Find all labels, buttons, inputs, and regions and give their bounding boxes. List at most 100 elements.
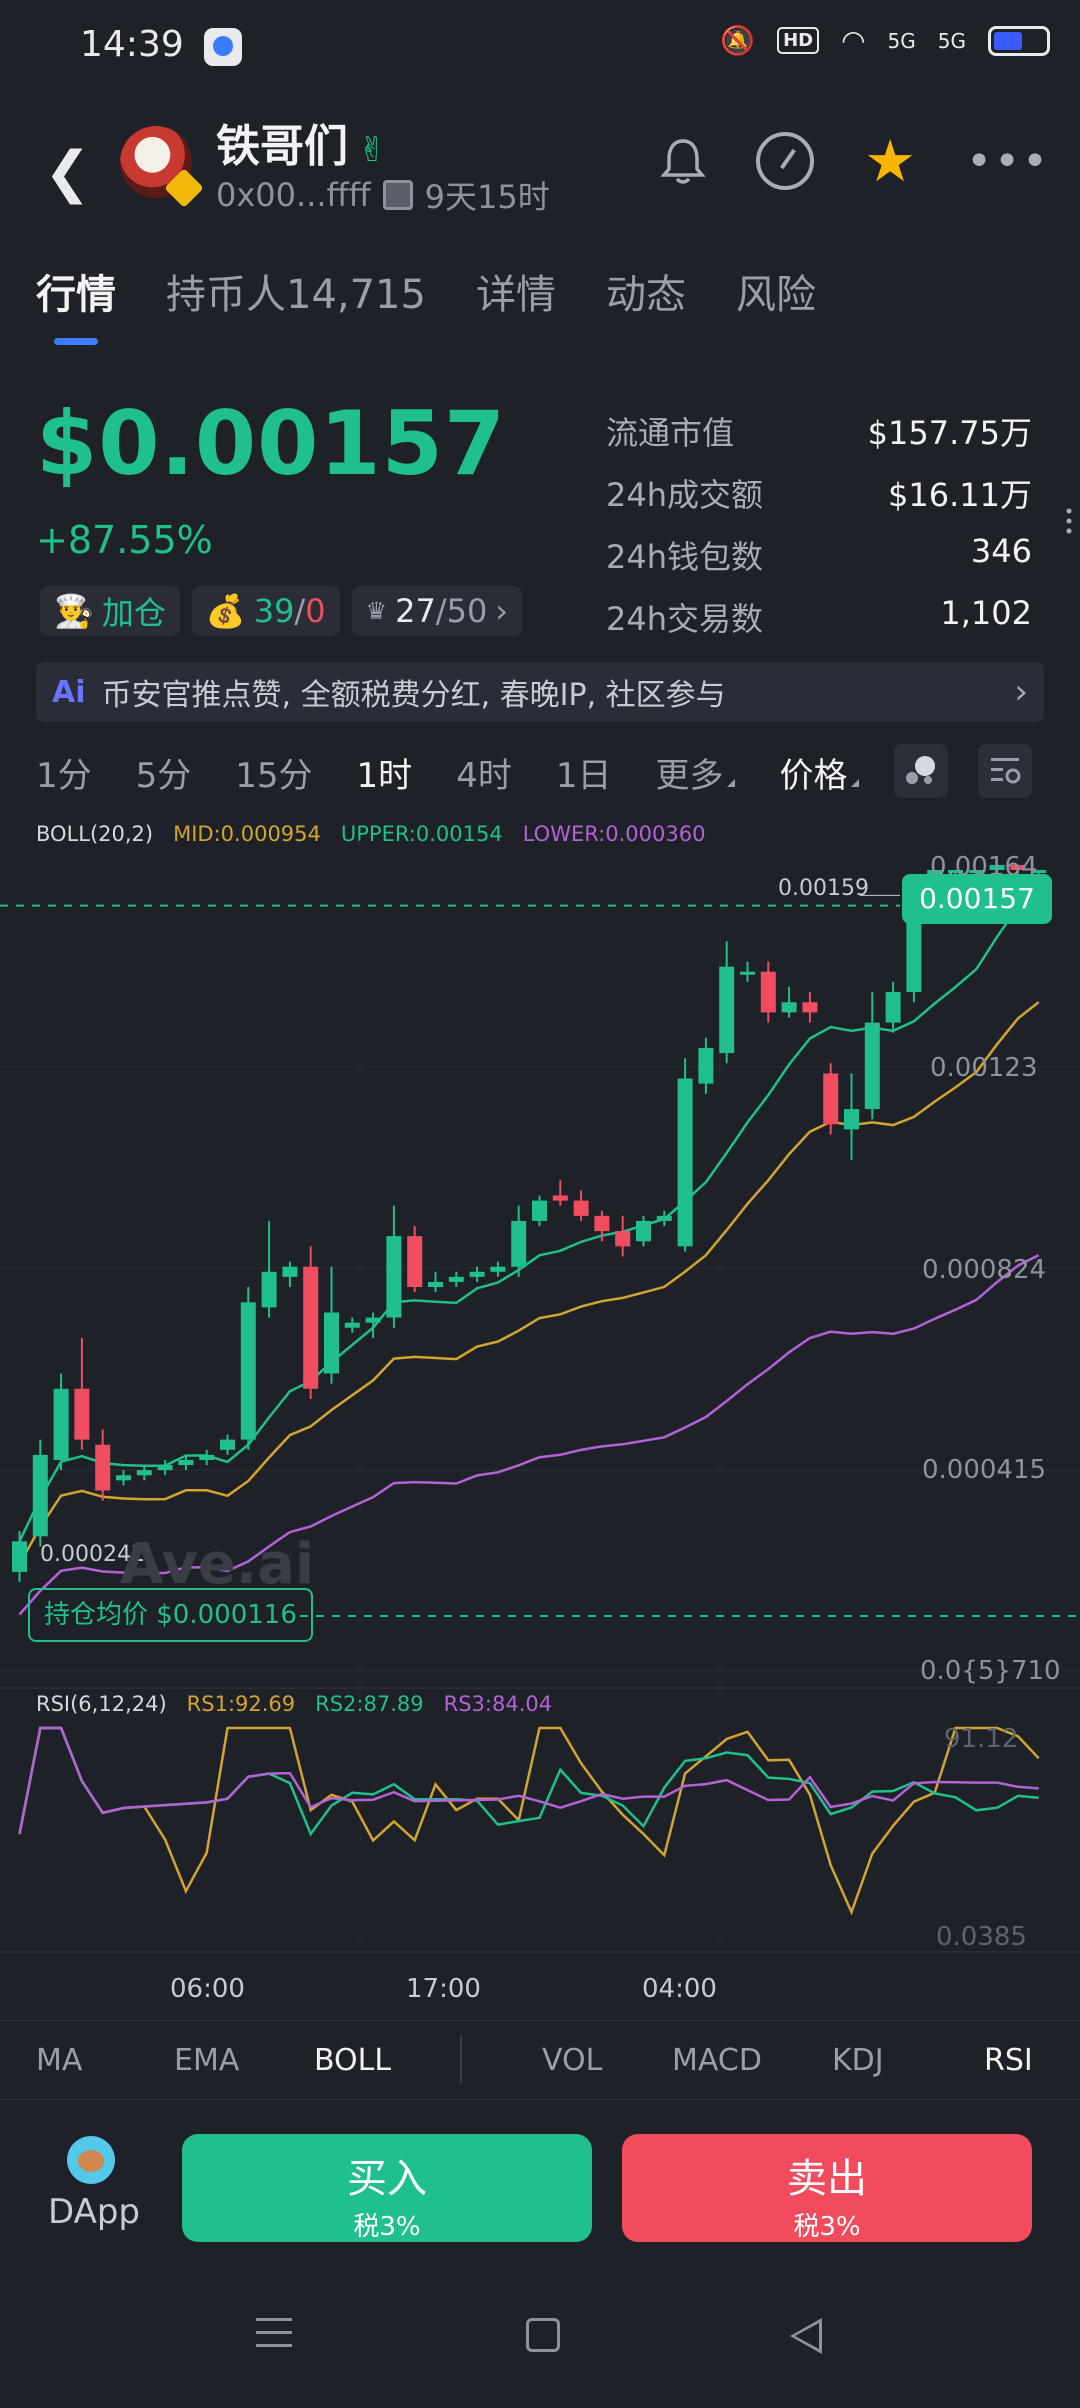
signal-icon-2: 5G [937, 28, 966, 53]
candle-body [95, 1444, 111, 1491]
candle-body [781, 1002, 797, 1013]
stat-value: $16.11万 [888, 476, 1032, 514]
candle-body [12, 1541, 27, 1572]
indicator-ma[interactable]: MA [36, 2043, 82, 2078]
indicator-rsi[interactable]: RSI [984, 2043, 1033, 2078]
interval-1d[interactable]: 1日 [556, 748, 612, 797]
nav-menu-icon[interactable] [256, 2318, 292, 2357]
interval-4h[interactable]: 4时 [456, 748, 512, 797]
candle-body [719, 966, 735, 1054]
boll-upper-line [18, 886, 1040, 1542]
tab-holders[interactable]: 持币人14,715 [166, 262, 426, 320]
tab-market[interactable]: 行情 [36, 262, 116, 345]
indicator-boll[interactable]: BOLL [314, 2043, 391, 2078]
favorite-star-icon[interactable]: ★ [864, 132, 916, 190]
stat-key: 24h钱包数 [606, 538, 764, 576]
interval-1h[interactable]: 1时 [357, 748, 413, 797]
candle-body [469, 1271, 485, 1277]
holders-red: 0 [305, 592, 326, 630]
bubble-map-icon[interactable] [894, 744, 948, 798]
copy-icon[interactable] [382, 180, 413, 210]
chevron-right-icon: › [495, 592, 509, 630]
token-tabs: 行情 持币人14,715 详情 动态 风险 [36, 262, 816, 345]
candle-body [386, 1236, 402, 1318]
bubble-map-svg [906, 756, 935, 784]
bell-icon[interactable] [660, 137, 706, 185]
buy-tax: 税3% [353, 2212, 421, 2242]
stat-value: 346 [970, 532, 1032, 570]
candle-body [740, 971, 755, 975]
candle-body [636, 1220, 651, 1242]
interval-1m[interactable]: 1分 [36, 748, 92, 797]
candle-body [240, 1302, 256, 1440]
stat-key: 24h交易数 [606, 600, 764, 638]
add-position-button[interactable]: 👨‍🍳 加仓 [40, 586, 180, 636]
buy-button[interactable]: 买入 税3% [182, 2134, 592, 2242]
tab-details[interactable]: 详情 [476, 262, 556, 320]
token-avatar [120, 126, 204, 208]
candle-body [157, 1465, 173, 1471]
status-time: 14:39 [80, 24, 184, 65]
candle-body [448, 1276, 464, 1282]
price-chart[interactable] [0, 840, 1080, 1980]
indicator-vol[interactable]: VOL [542, 2043, 602, 2078]
mute-icon: 🔕 [720, 24, 756, 57]
side-more-icon[interactable] [1066, 506, 1072, 536]
top-total: /50 [435, 592, 488, 630]
rsi-legend: RSI(6,12,24) RS1:92.69 RS2:87.89 RS3:84.… [36, 1692, 552, 1716]
dropdown-triangle-icon [727, 779, 736, 787]
interval-15m[interactable]: 15分 [235, 748, 312, 797]
rsi-rs1: RS1:92.69 [186, 1692, 296, 1716]
ai-summary-banner[interactable]: Ai 币安官推点赞, 全额税费分红, 春晚IP, 社区参与 › [36, 662, 1044, 722]
interval-5m[interactable]: 5分 [136, 748, 192, 797]
candle-body [864, 1022, 880, 1110]
interval-more[interactable]: 更多 [655, 748, 736, 797]
candle-body [698, 1048, 714, 1084]
price-mode-toggle[interactable]: 价格 [779, 748, 860, 797]
rsi-top-label: 91.12 [944, 1724, 1019, 1754]
candle-body [573, 1200, 589, 1216]
dapp-button[interactable]: DApp [48, 2136, 140, 2232]
stat-row: 24h交易数 1,102 [606, 594, 1032, 656]
indicator-kdj[interactable]: KDJ [832, 2043, 884, 2078]
ai-icon: Ai [52, 674, 86, 710]
status-bar: 14:39 🔕 HD ◠ 5G 5G [0, 0, 1080, 96]
indicator-macd[interactable]: MACD [672, 2043, 762, 2078]
price-axis-label: 0.000824 [922, 1255, 1047, 1285]
price-mode-label: 价格 [779, 756, 848, 796]
candle-body [220, 1439, 235, 1450]
more-dots-icon[interactable]: ••• [966, 136, 1050, 187]
candle-body [261, 1271, 277, 1308]
sell-label: 卖出 [787, 2156, 867, 2202]
holders-chip[interactable]: 💰 39/0 [191, 586, 340, 636]
nav-back-icon[interactable] [790, 2318, 822, 2354]
stat-key: 24h成交额 [606, 476, 764, 514]
tab-risk[interactable]: 风险 [736, 262, 816, 320]
rsi-rs2: RS2:87.89 [315, 1692, 424, 1716]
price-change: +87.55% [36, 518, 213, 562]
current-price-tag: 0.00157 [902, 874, 1052, 924]
stat-value: $157.75万 [867, 414, 1032, 452]
candle-body [282, 1266, 298, 1277]
indicator-ema[interactable]: EMA [174, 2043, 239, 2078]
nav-home-icon[interactable] [526, 2318, 560, 2352]
chart-settings-icon[interactable] [978, 744, 1032, 798]
candle-body [324, 1312, 339, 1374]
pancake-logo-icon [67, 2136, 115, 2184]
battery-icon [988, 25, 1050, 56]
sell-button[interactable]: 卖出 税3% [622, 2134, 1032, 2242]
candle-body [677, 1078, 693, 1247]
top-holders-chip[interactable]: ♛ 27/50 › [351, 586, 523, 636]
candle-body [32, 1454, 48, 1537]
back-arrow-icon[interactable]: ❮ [44, 140, 91, 205]
ai-summary-text: 币安官推点赞, 全额税费分红, 春晚IP, 社区参与 [101, 678, 726, 713]
buy-label: 买入 [347, 2156, 427, 2202]
candle-body [407, 1236, 423, 1288]
candle-body [428, 1281, 443, 1288]
add-position-label: 加仓 [101, 594, 166, 632]
time-axis-label: 17:00 [406, 1974, 481, 2004]
stat-row: 24h成交额 $16.11万 [606, 470, 1032, 532]
stat-key: 流通市值 [606, 414, 735, 452]
speed-gauge-icon[interactable] [756, 132, 815, 190]
tab-activity[interactable]: 动态 [606, 262, 686, 320]
